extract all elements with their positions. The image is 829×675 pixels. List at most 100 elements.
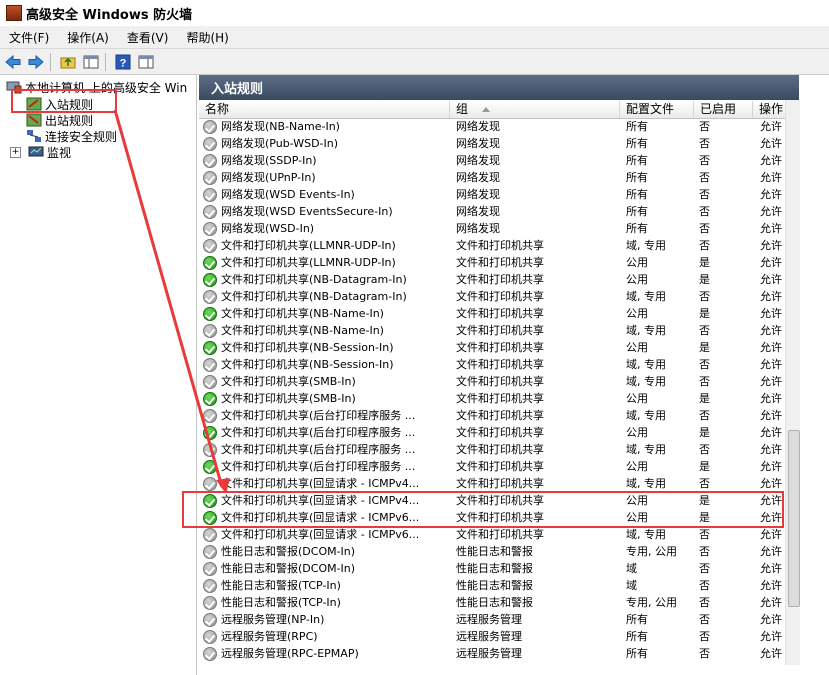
rule-group: 文件和打印机共享 [456, 443, 544, 456]
rule-enabled: 否 [699, 409, 710, 422]
rules-list: 网络发现(NB-Name-In) 网络发现 所有否允许 网络发现(Pub-WSD-In… [199, 118, 785, 662]
rule-profile: 域 [626, 579, 637, 592]
up-folder-icon[interactable] [58, 52, 78, 72]
rule-row[interactable]: 文件和打印机共享(回显请求 - ICMPv4... 文件和打印机共享 域, 专用否允… [199, 475, 785, 492]
rule-row[interactable]: 网络发现(WSD EventsSecure-In) 网络发现 所有否允许 [199, 203, 785, 220]
rule-name: 文件和打印机共享(NB-Name-In) [221, 324, 384, 337]
connection-security-icon [27, 130, 41, 142]
rule-profile: 公用 [626, 460, 648, 473]
rule-row[interactable]: 远程服务管理(NP-In) 远程服务管理 所有否允许 [199, 611, 785, 628]
rule-name: 网络发现(WSD EventsSecure-In) [221, 205, 393, 218]
rule-row[interactable]: 性能日志和警报(TCP-In) 性能日志和警报 专用, 公用否允许 [199, 594, 785, 611]
column-header-name[interactable]: 名称 [199, 101, 450, 118]
rule-name: 性能日志和警报(TCP-In) [221, 596, 341, 609]
rule-group: 文件和打印机共享 [456, 528, 544, 541]
tree-item-outbound-rules[interactable]: 出站规则 [26, 112, 93, 128]
properties-pane-icon[interactable] [136, 52, 156, 72]
menu-view[interactable]: 查看(V) [118, 29, 178, 46]
rule-row[interactable]: 远程服务管理(RPC-EPMAP) 远程服务管理 所有否允许 [199, 645, 785, 662]
help-icon[interactable]: ? [113, 52, 133, 72]
rule-name: 远程服务管理(RPC) [221, 630, 318, 643]
rule-row[interactable]: 远程服务管理(RPC) 远程服务管理 所有否允许 [199, 628, 785, 645]
rule-row[interactable]: 文件和打印机共享(NB-Name-In) 文件和打印机共享 域, 专用否允许 [199, 322, 785, 339]
column-header-enabled[interactable]: 已启用 [694, 101, 753, 118]
rule-enabled: 否 [699, 137, 710, 150]
rule-name-cell: 文件和打印机共享(SMB-In) [203, 373, 449, 390]
forward-icon[interactable] [26, 52, 46, 72]
tree-item-monitoring[interactable]: + 监视 [10, 144, 71, 160]
menu-help[interactable]: 帮助(H) [177, 29, 237, 46]
toolbar: ? [0, 49, 829, 75]
rule-group: 性能日志和警报 [456, 596, 533, 609]
rule-profile: 公用 [626, 511, 648, 524]
rule-row[interactable]: 文件和打印机共享(回显请求 - ICMPv6... 文件和打印机共享 公用是允许 [199, 509, 785, 526]
rule-row[interactable]: 文件和打印机共享(后台打印程序服务 ... 文件和打印机共享 域, 专用否允许 [199, 407, 785, 424]
rule-row[interactable]: 文件和打印机共享(SMB-In) 文件和打印机共享 公用是允许 [199, 390, 785, 407]
rule-row[interactable]: 网络发现(WSD-In) 网络发现 所有否允许 [199, 220, 785, 237]
rule-name-cell: 性能日志和警报(DCOM-In) [203, 543, 449, 560]
rule-profile: 所有 [626, 222, 648, 235]
show-hide-tree-icon[interactable] [81, 52, 101, 72]
enabled-check-icon [203, 255, 217, 270]
rule-row[interactable]: 文件和打印机共享(SMB-In) 文件和打印机共享 域, 专用否允许 [199, 373, 785, 390]
rule-row[interactable]: 文件和打印机共享(后台打印程序服务 ... 文件和打印机共享 公用是允许 [199, 424, 785, 441]
column-header-group[interactable]: 组 [450, 101, 620, 118]
rule-row[interactable]: 文件和打印机共享(回显请求 - ICMPv6... 文件和打印机共享 域, 专用否允… [199, 526, 785, 543]
rule-row[interactable]: 网络发现(NB-Name-In) 网络发现 所有否允许 [199, 118, 785, 135]
menu-action[interactable]: 操作(A) [58, 29, 118, 46]
rule-enabled: 否 [699, 324, 710, 337]
rule-group: 远程服务管理 [456, 630, 522, 643]
rule-name-cell: 文件和打印机共享(后台打印程序服务 ... [203, 424, 449, 441]
rule-profile: 域 [626, 562, 637, 575]
column-header-profile[interactable]: 配置文件 [620, 101, 694, 118]
rule-row[interactable]: 性能日志和警报(DCOM-In) 性能日志和警报 专用, 公用否允许 [199, 543, 785, 560]
rule-name-cell: 性能日志和警报(DCOM-In) [203, 560, 449, 577]
enabled-check-icon [203, 510, 217, 525]
rule-row[interactable]: 文件和打印机共享(NB-Name-In) 文件和打印机共享 公用是允许 [199, 305, 785, 322]
rule-row[interactable]: 网络发现(Pub-WSD-In) 网络发现 所有否允许 [199, 135, 785, 152]
menu-bar: 文件(F) 操作(A) 查看(V) 帮助(H) [0, 26, 829, 49]
rule-name-cell: 网络发现(SSDP-In) [203, 152, 449, 169]
rule-row[interactable]: 性能日志和警报(DCOM-In) 性能日志和警报域否允许 [199, 560, 785, 577]
column-label: 组 [456, 102, 469, 116]
rule-row[interactable]: 文件和打印机共享(NB-Datagram-In) 文件和打印机共享 域, 专用否允许 [199, 288, 785, 305]
rule-enabled: 否 [699, 290, 710, 303]
rule-row[interactable]: 网络发现(SSDP-In) 网络发现 所有否允许 [199, 152, 785, 169]
rule-row[interactable]: 文件和打印机共享(NB-Session-In) 文件和打印机共享 域, 专用否允许 [199, 356, 785, 373]
menu-file[interactable]: 文件(F) [0, 29, 58, 46]
rule-row[interactable]: 网络发现(WSD Events-In) 网络发现 所有否允许 [199, 186, 785, 203]
rule-row[interactable]: 文件和打印机共享(后台打印程序服务 ... 文件和打印机共享 公用是允许 [199, 458, 785, 475]
rule-row[interactable]: 网络发现(UPnP-In) 网络发现 所有否允许 [199, 169, 785, 186]
disabled-check-icon [203, 238, 217, 253]
rule-profile: 域, 专用 [626, 443, 666, 456]
rule-enabled: 否 [699, 358, 710, 371]
back-icon[interactable] [3, 52, 23, 72]
scrollbar-thumb[interactable] [788, 430, 800, 607]
rule-profile: 所有 [626, 120, 648, 133]
rule-enabled: 否 [699, 545, 710, 558]
disabled-check-icon [203, 527, 217, 542]
rule-row[interactable]: 文件和打印机共享(LLMNR-UDP-In) 文件和打印机共享 公用是允许 [199, 254, 785, 271]
tree-item-connection-security-rules[interactable]: 连接安全规则 [26, 128, 117, 144]
rule-name: 网络发现(WSD-In) [221, 222, 315, 235]
disabled-check-icon [203, 357, 217, 372]
pane-title: 入站规则 [199, 75, 799, 100]
rule-enabled: 否 [699, 205, 710, 218]
rule-row[interactable]: 文件和打印机共享(后台打印程序服务 ... 文件和打印机共享 域, 专用否允许 [199, 441, 785, 458]
disabled-check-icon [203, 544, 217, 559]
tree-root[interactable]: 本地计算机 上的高级安全 Win [6, 79, 187, 95]
rule-name: 网络发现(Pub-WSD-In) [221, 137, 339, 150]
rule-row[interactable]: 文件和打印机共享(NB-Datagram-In) 文件和打印机共享 公用是允许 [199, 271, 785, 288]
rule-row[interactable]: 性能日志和警报(TCP-In) 性能日志和警报域否允许 [199, 577, 785, 594]
rule-row[interactable]: 文件和打印机共享(LLMNR-UDP-In) 文件和打印机共享 域, 专用否允许 [199, 237, 785, 254]
disabled-check-icon [203, 289, 217, 304]
expand-icon[interactable]: + [10, 146, 21, 158]
vertical-scrollbar[interactable] [785, 100, 800, 665]
rule-row[interactable]: 文件和打印机共享(NB-Session-In) 文件和打印机共享 公用是允许 [199, 339, 785, 356]
disabled-check-icon [203, 442, 217, 457]
enabled-check-icon [203, 425, 217, 440]
rule-name: 网络发现(WSD Events-In) [221, 188, 355, 201]
tree-item-inbound-rules[interactable]: 入站规则 [26, 96, 93, 112]
rule-row[interactable]: 文件和打印机共享(回显请求 - ICMPv4... 文件和打印机共享 公用是允许 [199, 492, 785, 509]
rule-name-cell: 远程服务管理(NP-In) [203, 611, 449, 628]
